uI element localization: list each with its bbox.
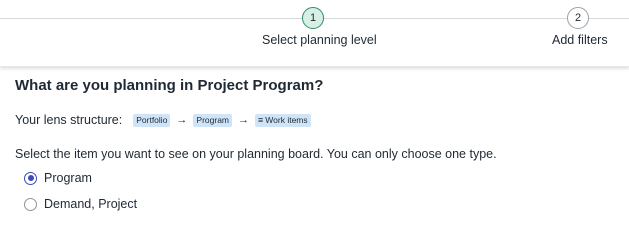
page-title: What are you planning in Project Program… [15, 77, 324, 94]
lens-structure-label: Your lens structure: [15, 113, 123, 127]
lens-chip-work-items-label: Work items [265, 114, 308, 125]
arrow-right-icon: → [176, 114, 188, 126]
lens-chip-portfolio: Portfolio [133, 113, 171, 127]
option-demand-project-label[interactable]: Demand, Project [44, 197, 137, 211]
arrow-right-icon: → [238, 114, 250, 126]
radio-program[interactable] [24, 171, 37, 185]
step-connector-middle [324, 18, 567, 19]
option-demand-project[interactable]: Demand, Project [24, 197, 137, 211]
option-program-label[interactable]: Program [44, 171, 92, 185]
lens-structure: Your lens structure: Portfolio → Program… [15, 112, 311, 128]
step-connector-left [0, 18, 302, 19]
instruction-text: Select the item you want to see on your … [15, 147, 497, 161]
step-1-indicator[interactable]: 1 [302, 7, 324, 29]
radio-demand-project[interactable] [24, 197, 37, 211]
option-program[interactable]: Program [24, 171, 92, 185]
lens-chip-work-items: ≡ Work items [255, 113, 311, 127]
step-1-label[interactable]: Select planning level [262, 33, 377, 47]
lens-chip-program: Program [193, 113, 233, 127]
step-2-indicator[interactable]: 2 [567, 7, 589, 29]
wizard-stepper: 1 Select planning level 2 Add filters [0, 0, 629, 67]
list-lines-icon: ≡ [258, 114, 264, 125]
step-connector-right [589, 18, 629, 19]
step-2-label[interactable]: Add filters [552, 33, 608, 47]
